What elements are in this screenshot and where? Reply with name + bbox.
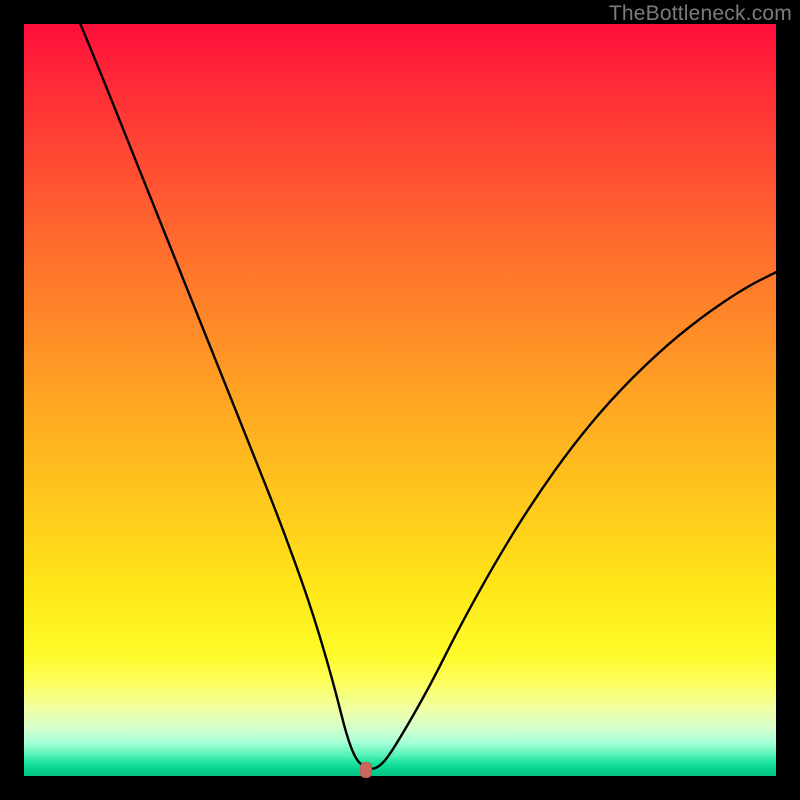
watermark-text: TheBottleneck.com (609, 2, 792, 26)
plot-area (24, 24, 776, 776)
chart-frame: TheBottleneck.com (0, 0, 800, 800)
minimum-marker (360, 762, 372, 778)
bottleneck-curve (24, 24, 776, 776)
